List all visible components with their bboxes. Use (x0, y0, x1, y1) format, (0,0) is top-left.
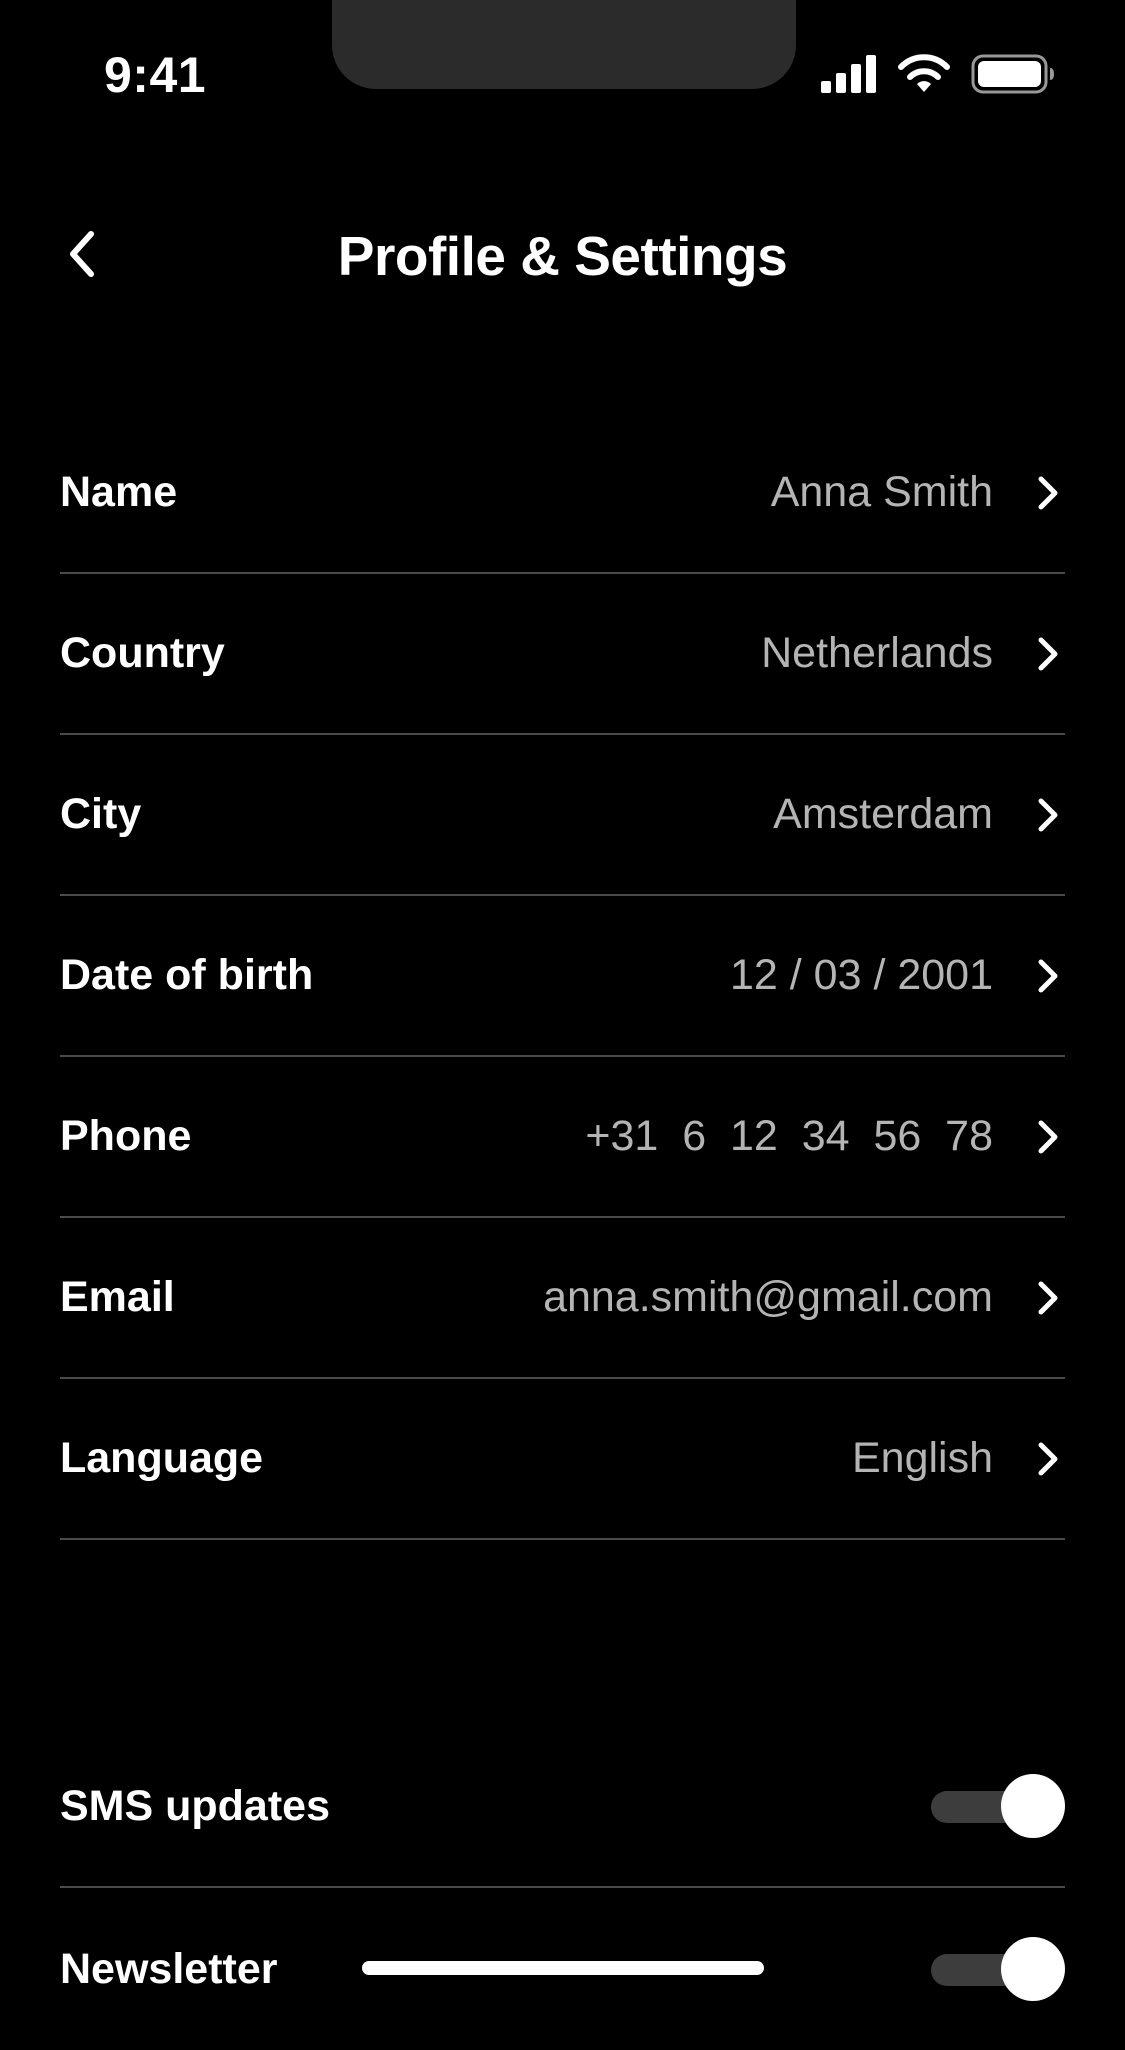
setting-row-language[interactable]: Language English (60, 1379, 1065, 1540)
chevron-right-icon (1033, 1439, 1063, 1479)
setting-value: +31 6 12 34 56 78 (585, 1112, 993, 1160)
chevron-right-icon (1033, 1278, 1063, 1318)
setting-value: Anna Smith (770, 468, 993, 516)
chevron-right-icon (1033, 473, 1063, 513)
status-icons (821, 54, 1055, 94)
setting-label: City (60, 790, 142, 838)
setting-label: Date of birth (60, 951, 314, 999)
setting-value: 12 / 03 / 2001 (730, 951, 993, 999)
setting-value: English (851, 1434, 993, 1482)
toggle-label: Newsletter (60, 1944, 278, 1993)
wifi-icon (898, 54, 950, 92)
profile-settings-list: Name Anna Smith Country Netherlands City… (60, 413, 1065, 1540)
chevron-right-icon (1033, 1117, 1063, 1157)
chevron-right-icon (1033, 956, 1063, 996)
setting-label: Language (60, 1434, 264, 1482)
setting-row-email[interactable]: Email anna.smith@gmail.com (60, 1218, 1065, 1379)
battery-icon (971, 54, 1054, 94)
newsletter-toggle[interactable] (931, 1937, 1065, 2001)
cellular-signal-icon (821, 55, 876, 93)
setting-value: Amsterdam (773, 790, 993, 838)
setting-label: Country (60, 629, 225, 677)
toggle-label: SMS updates (60, 1781, 330, 1830)
setting-value: Netherlands (761, 629, 993, 677)
toggle-row-sms-updates: SMS updates (60, 1726, 1065, 1888)
setting-label: Email (60, 1273, 175, 1321)
toggle-knob (1001, 1774, 1065, 1838)
chevron-right-icon (1033, 795, 1063, 835)
status-time: 9:41 (104, 47, 207, 103)
chevron-right-icon (1033, 634, 1063, 674)
setting-row-name[interactable]: Name Anna Smith (60, 413, 1065, 574)
toggle-knob (1001, 1937, 1065, 2001)
sms-updates-toggle[interactable] (931, 1774, 1065, 1838)
header: Profile & Settings (0, 200, 1125, 310)
setting-label: Name (60, 468, 178, 516)
home-indicator[interactable] (362, 1961, 764, 1975)
status-bar: 9:41 (0, 0, 1125, 150)
setting-value: anna.smith@gmail.com (543, 1273, 993, 1321)
setting-label: Phone (60, 1112, 192, 1160)
setting-row-city[interactable]: City Amsterdam (60, 735, 1065, 896)
setting-row-country[interactable]: Country Netherlands (60, 574, 1065, 735)
notification-toggles: SMS updates Newsletter (60, 1726, 1065, 2050)
setting-row-phone[interactable]: Phone +31 6 12 34 56 78 (60, 1057, 1065, 1218)
page-title: Profile & Settings (337, 225, 788, 287)
setting-row-date-of-birth[interactable]: Date of birth 12 / 03 / 2001 (60, 896, 1065, 1057)
device-notch (332, 0, 796, 89)
